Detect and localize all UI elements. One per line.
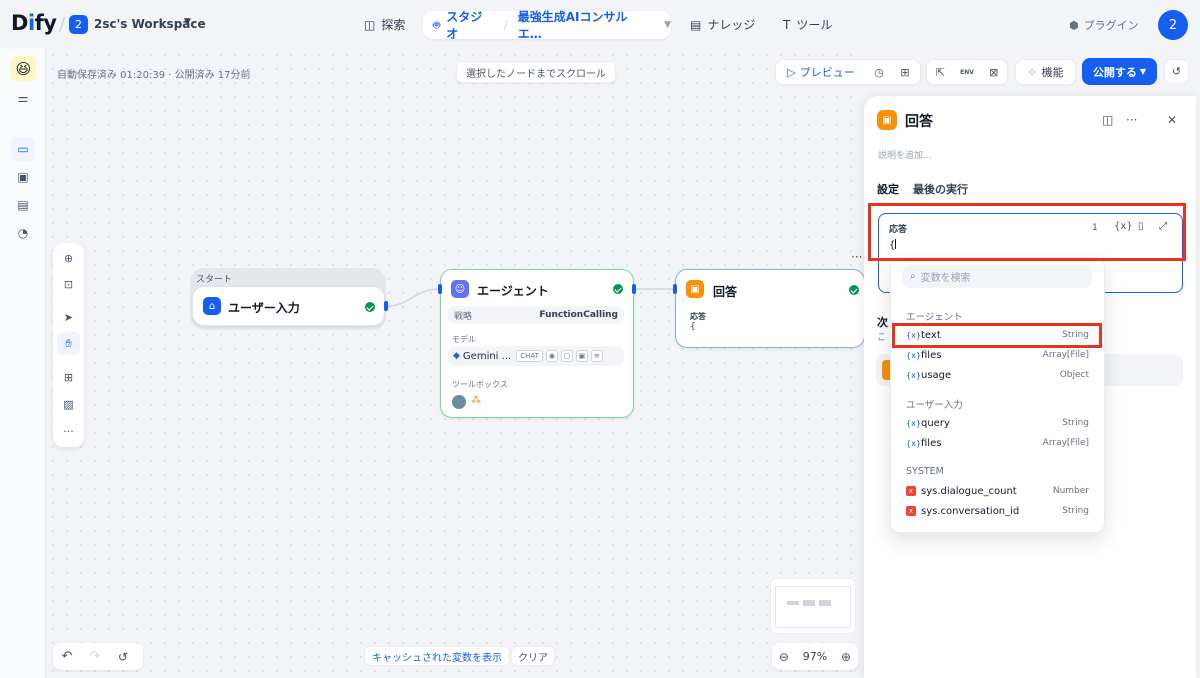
- document-icon: ▢: [560, 350, 573, 362]
- group-label-user-input: ユーザー入力: [906, 400, 963, 411]
- variable-item[interactable]: {x} files Array[File]: [898, 346, 1097, 364]
- zoom-level[interactable]: 97%: [803, 650, 827, 663]
- variable-item[interactable]: {x} usage Object: [898, 366, 1097, 384]
- tool-spark-icon: ⁂: [471, 395, 481, 406]
- variable-icon: {x}: [906, 370, 921, 380]
- edge-start-agent: [386, 288, 441, 307]
- description-input[interactable]: 説明を追加...: [878, 148, 932, 161]
- zoom-out-icon[interactable]: ⊖: [779, 650, 789, 664]
- system-variable-icon: x: [906, 486, 916, 496]
- tab-settings[interactable]: 設定: [877, 181, 899, 197]
- variable-item[interactable]: x sys.dialogue_count Number: [898, 482, 1097, 500]
- show-cached-variables-button[interactable]: キャッシュされた変数を表示: [364, 646, 510, 666]
- variable-name: sys.conversation_id: [921, 505, 1020, 517]
- tab-last-run[interactable]: 最後の実行: [913, 181, 968, 197]
- next-step-sub: こ: [877, 333, 887, 343]
- split-view-icon[interactable]: ◫: [1102, 113, 1113, 127]
- minimap-viewport: [775, 586, 851, 628]
- variable-name: query: [921, 417, 950, 429]
- vision-icon: ◉: [545, 350, 558, 362]
- version-history-icon[interactable]: ↺: [109, 650, 137, 664]
- variable-type: String: [1062, 506, 1089, 516]
- model-row: ◆ Gemini ... CHAT ◉ ▢ ▣ ≋: [448, 346, 624, 366]
- zoom-in-icon[interactable]: ⊕: [841, 650, 851, 664]
- toolbox-label: ツールボックス: [452, 380, 508, 389]
- answer-title: 回答: [713, 285, 738, 299]
- search-placeholder: 変数を検索: [920, 273, 971, 284]
- zoom-controls: ⊖ 97% ⊕: [772, 643, 858, 670]
- minimap-node: [819, 600, 831, 606]
- group-label-system: SYSTEM: [906, 466, 944, 477]
- video-icon: ▣: [575, 350, 588, 362]
- variable-type: Object: [1059, 370, 1089, 380]
- highlight-text-variable: [892, 323, 1102, 348]
- strategy-value: FunctionCalling: [539, 310, 618, 320]
- agent-title: エージェント: [477, 284, 549, 298]
- variable-name: files: [921, 437, 942, 449]
- variable-icon: {x}: [906, 418, 921, 428]
- tool-avatar-icon: [452, 395, 466, 409]
- next-step-label: 次: [877, 316, 888, 329]
- variable-type: Array[File]: [1042, 350, 1089, 360]
- minimap-node: [803, 600, 815, 606]
- search-icon: ⌕: [910, 271, 916, 282]
- variable-item[interactable]: {x} files Array[File]: [898, 434, 1097, 452]
- variable-name: sys.dialogue_count: [921, 485, 1017, 497]
- success-icon: [613, 284, 623, 294]
- audio-icon: ≋: [590, 350, 603, 362]
- model-label: モデル: [452, 335, 476, 344]
- variable-type: Number: [1052, 486, 1089, 496]
- variable-item[interactable]: x sys.conversation_id String: [898, 502, 1097, 520]
- model-chip: CHAT: [516, 350, 543, 362]
- user-input-title: ユーザー入力: [228, 301, 300, 315]
- variable-icon: {x}: [906, 350, 921, 360]
- agent-strategy-row: 戦略 FunctionCalling: [448, 306, 624, 324]
- answer-icon: ▣: [877, 110, 897, 130]
- more-icon[interactable]: ···: [1126, 113, 1137, 127]
- agent-icon: ☺: [451, 280, 469, 298]
- variable-item[interactable]: {x} query String: [898, 414, 1097, 432]
- start-label: スタート: [196, 275, 233, 285]
- undo-icon[interactable]: ↶: [53, 649, 81, 664]
- input-port[interactable]: [438, 284, 442, 294]
- redo-icon[interactable]: ↷: [81, 649, 109, 664]
- success-icon: [365, 302, 375, 312]
- output-port[interactable]: [632, 284, 636, 294]
- model-name: Gemini ...: [462, 350, 512, 362]
- variable-name: files: [921, 349, 942, 361]
- strategy-key: 戦略: [454, 311, 473, 322]
- variable-name: usage: [921, 369, 952, 381]
- minimap-node: [787, 601, 799, 605]
- history-controls: ↶ ↷ ↺: [53, 643, 143, 670]
- system-variable-icon: x: [906, 506, 916, 516]
- variable-icon: {x}: [906, 438, 921, 448]
- highlight-response-editor: [868, 203, 1186, 261]
- answer-field-label: 応答: [690, 312, 706, 321]
- home-icon: ⌂: [203, 297, 221, 315]
- answer-icon: ▣: [686, 280, 704, 298]
- panel-title: 回答: [905, 114, 933, 130]
- more-icon[interactable]: ···: [851, 250, 862, 264]
- gemini-icon: ◆: [453, 351, 460, 361]
- variable-type: Array[File]: [1042, 438, 1089, 448]
- close-icon[interactable]: ✕: [1167, 113, 1177, 127]
- answer-node[interactable]: ▣ 回答 応答 {: [675, 269, 865, 348]
- variable-type: String: [1062, 418, 1089, 428]
- input-port[interactable]: [673, 284, 677, 294]
- output-port[interactable]: [384, 301, 388, 311]
- variable-search-input[interactable]: ⌕ 変数を検索: [902, 265, 1092, 288]
- answer-field-value: {: [690, 322, 696, 332]
- success-icon: [849, 285, 859, 295]
- user-input-node[interactable]: ⌂ ユーザー入力: [192, 286, 385, 326]
- group-label-agent: エージェント: [906, 312, 963, 323]
- clear-button[interactable]: クリア: [511, 646, 555, 666]
